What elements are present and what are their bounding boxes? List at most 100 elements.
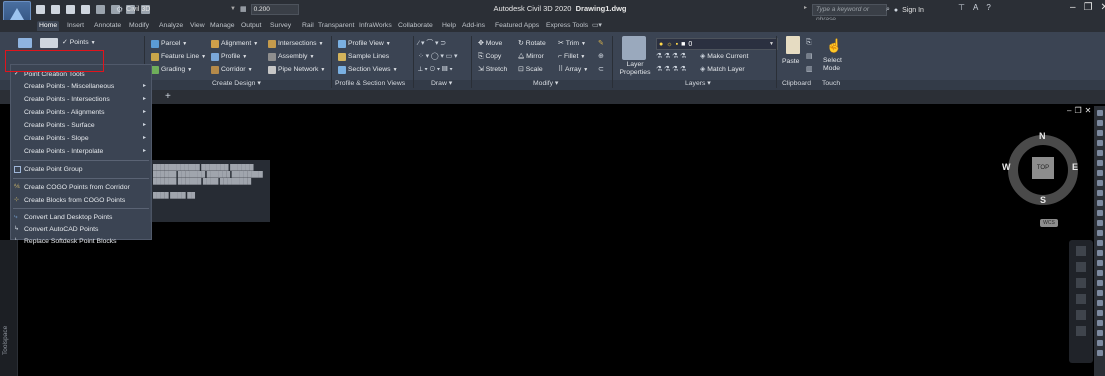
tool-icon[interactable] bbox=[1096, 260, 1103, 266]
search-input[interactable]: Type a keyword or phrase bbox=[812, 4, 887, 23]
tool-icon[interactable] bbox=[1096, 180, 1103, 186]
tab-transparent[interactable]: Transparent bbox=[316, 21, 356, 31]
menu-item-create-point-group[interactable]: Create Point Group bbox=[11, 163, 151, 176]
draw-circle-tools[interactable]: ⁘ ▾ ◯ ▾ ▭ ▾ bbox=[418, 52, 457, 62]
tab-express-tools[interactable]: Express Tools bbox=[544, 21, 590, 31]
pencil-icon[interactable]: ✎ bbox=[598, 39, 604, 49]
pan-icon[interactable] bbox=[1076, 262, 1086, 272]
tab-output[interactable]: Output bbox=[239, 21, 263, 31]
new-drawing-tab-icon[interactable]: + bbox=[165, 92, 175, 102]
tool-icon[interactable] bbox=[1096, 200, 1103, 206]
profile-view-button[interactable]: Profile View ▼ bbox=[338, 39, 391, 49]
section-views-button[interactable]: Section Views ▼ bbox=[338, 65, 398, 75]
toolspace-panel[interactable] bbox=[0, 240, 18, 376]
layer-tools-row2[interactable]: ⚗ ⚗ ⚗ ⚗ bbox=[656, 65, 686, 75]
menu-item-create-points-slope[interactable]: Create Points - Slope ▸ bbox=[11, 132, 151, 145]
minimize-icon[interactable]: – bbox=[1070, 2, 1076, 13]
compass-east[interactable]: E bbox=[1072, 162, 1078, 172]
match-layer-button[interactable]: ◈ Match Layer bbox=[700, 65, 745, 75]
tab-rail[interactable]: Rail bbox=[300, 21, 316, 31]
array-button[interactable]: ⠿ Array ▼ bbox=[558, 65, 588, 75]
menu-item-create-points-interpolate[interactable]: Create Points - Interpolate ▸ bbox=[11, 145, 151, 158]
tool-icon[interactable] bbox=[1096, 290, 1103, 296]
tab-modify[interactable]: Modify bbox=[127, 21, 151, 31]
layer-properties-button[interactable]: Layer Properties bbox=[619, 61, 651, 77]
intersections-button[interactable]: Intersections ▼ bbox=[268, 39, 324, 49]
tool-icon[interactable] bbox=[1096, 160, 1103, 166]
panel-create-design[interactable]: Create Design ▾ bbox=[212, 79, 261, 89]
tool-icon[interactable] bbox=[1096, 130, 1103, 136]
restore-icon[interactable]: ❐ bbox=[1084, 2, 1093, 13]
zoom-icon[interactable] bbox=[1076, 278, 1086, 288]
tool-icon[interactable] bbox=[1096, 170, 1103, 176]
tool-icon[interactable] bbox=[1096, 220, 1103, 226]
menu-item-create-blocks-from-cogo[interactable]: ⊹ Create Blocks from COGO Points bbox=[11, 194, 151, 207]
sign-in-button[interactable]: ⌕ ● Sign In bbox=[886, 4, 924, 16]
tool-icon[interactable] bbox=[1096, 270, 1103, 276]
fillet-button[interactable]: ⌐ Fillet ▼ bbox=[558, 52, 585, 62]
hand-pointer-icon[interactable]: ☝ bbox=[826, 38, 842, 54]
tab-infraworks[interactable]: InfraWorks bbox=[357, 21, 394, 31]
tool-icon[interactable] bbox=[1096, 230, 1103, 236]
make-current-button[interactable]: ◈ Make Current bbox=[700, 52, 748, 62]
panel-modify[interactable]: Modify ▾ bbox=[533, 79, 558, 89]
tool-icon[interactable] bbox=[1096, 280, 1103, 286]
feature-line-button[interactable]: Feature Line ▼ bbox=[151, 52, 206, 62]
open-icon[interactable] bbox=[51, 4, 60, 14]
parcel-button[interactable]: Parcel ▼ bbox=[151, 39, 187, 49]
close-icon[interactable]: ✕ bbox=[1101, 2, 1105, 13]
panel-draw[interactable]: Draw ▾ bbox=[431, 79, 452, 89]
offset-icon[interactable]: ⊂ bbox=[598, 65, 604, 75]
orbit-icon[interactable] bbox=[1076, 294, 1086, 304]
menu-item-create-points-alignments[interactable]: Create Points - Alignments ▸ bbox=[11, 106, 151, 119]
panel-layers[interactable]: Layers ▾ bbox=[685, 79, 711, 89]
menu-item-create-points-intersections[interactable]: Create Points - Intersections ▸ bbox=[11, 93, 151, 106]
pipe-network-button[interactable]: Pipe Network ▼ bbox=[268, 65, 325, 75]
tool-icon[interactable] bbox=[1096, 240, 1103, 246]
draw-line-tools[interactable]: ⁄ ▾ ⌒ ▾ ⊃ bbox=[418, 39, 446, 49]
tool-icon[interactable] bbox=[1096, 340, 1103, 346]
save-icon[interactable] bbox=[66, 4, 75, 14]
search-expand-icon[interactable]: ▸ bbox=[804, 4, 807, 11]
restore-icon[interactable]: ❐ bbox=[1074, 106, 1084, 115]
compass-west[interactable]: W bbox=[1002, 162, 1011, 172]
tab-featured-apps[interactable]: Featured Apps bbox=[493, 21, 541, 31]
toolspace-icon[interactable] bbox=[18, 38, 32, 48]
tool-icon[interactable] bbox=[1096, 110, 1103, 116]
menu-item-create-cogo-from-corridor[interactable]: ⅍ Create COGO Points from Corridor bbox=[11, 181, 151, 194]
tab-survey[interactable]: Survey bbox=[268, 21, 293, 31]
tool-icon[interactable] bbox=[1096, 300, 1103, 306]
plot-icon[interactable] bbox=[96, 4, 105, 14]
menu-item-replace-softdesk[interactable]: ↳Replace Softdesk Point Blocks bbox=[11, 235, 151, 248]
tab-analyze[interactable]: Analyze bbox=[157, 21, 185, 31]
rotate-button[interactable]: ↻ Rotate bbox=[518, 39, 546, 49]
viewcube-top-face[interactable]: TOP bbox=[1032, 157, 1054, 179]
mirror-button[interactable]: ⧋ Mirror bbox=[518, 52, 544, 62]
steering-wheel-icon[interactable] bbox=[1076, 246, 1086, 256]
wcs-menu[interactable]: WCS bbox=[1040, 219, 1058, 227]
new-icon[interactable] bbox=[36, 4, 45, 14]
tab-insert[interactable]: Insert bbox=[65, 21, 86, 31]
scale-button[interactable]: ⊡ Scale bbox=[518, 65, 543, 75]
tool-icon[interactable] bbox=[1096, 210, 1103, 216]
trim-button[interactable]: ✂ Trim ▼ bbox=[558, 39, 586, 49]
tool-icon[interactable] bbox=[1096, 150, 1103, 156]
paste-icon[interactable] bbox=[786, 36, 800, 54]
select-mode-button[interactable]: Select Mode bbox=[823, 57, 845, 73]
menu-item-create-points-surface[interactable]: Create Points - Surface ▸ bbox=[11, 119, 151, 132]
tool-icon[interactable] bbox=[1096, 310, 1103, 316]
tool-icon[interactable] bbox=[1096, 320, 1103, 326]
corridor-button[interactable]: Corridor ▼ bbox=[211, 65, 253, 75]
tab-view[interactable]: View bbox=[188, 21, 207, 31]
cart-icon[interactable]: ⊤ bbox=[958, 3, 965, 12]
cut-clip-icon[interactable]: ▤ bbox=[806, 52, 812, 62]
tool-icon[interactable] bbox=[1096, 350, 1103, 356]
copy-button[interactable]: ⎘ Copy bbox=[478, 52, 501, 62]
alignment-button[interactable]: Alignment ▼ bbox=[211, 39, 258, 49]
tool-icon[interactable] bbox=[1096, 140, 1103, 146]
layer-properties-icon[interactable] bbox=[622, 36, 646, 60]
match-prop-icon[interactable]: ▥ bbox=[806, 65, 812, 75]
tab-help[interactable]: Help bbox=[440, 21, 458, 31]
tool-icon[interactable] bbox=[1096, 250, 1103, 256]
grading-button[interactable]: Grading ▼ bbox=[151, 65, 192, 75]
